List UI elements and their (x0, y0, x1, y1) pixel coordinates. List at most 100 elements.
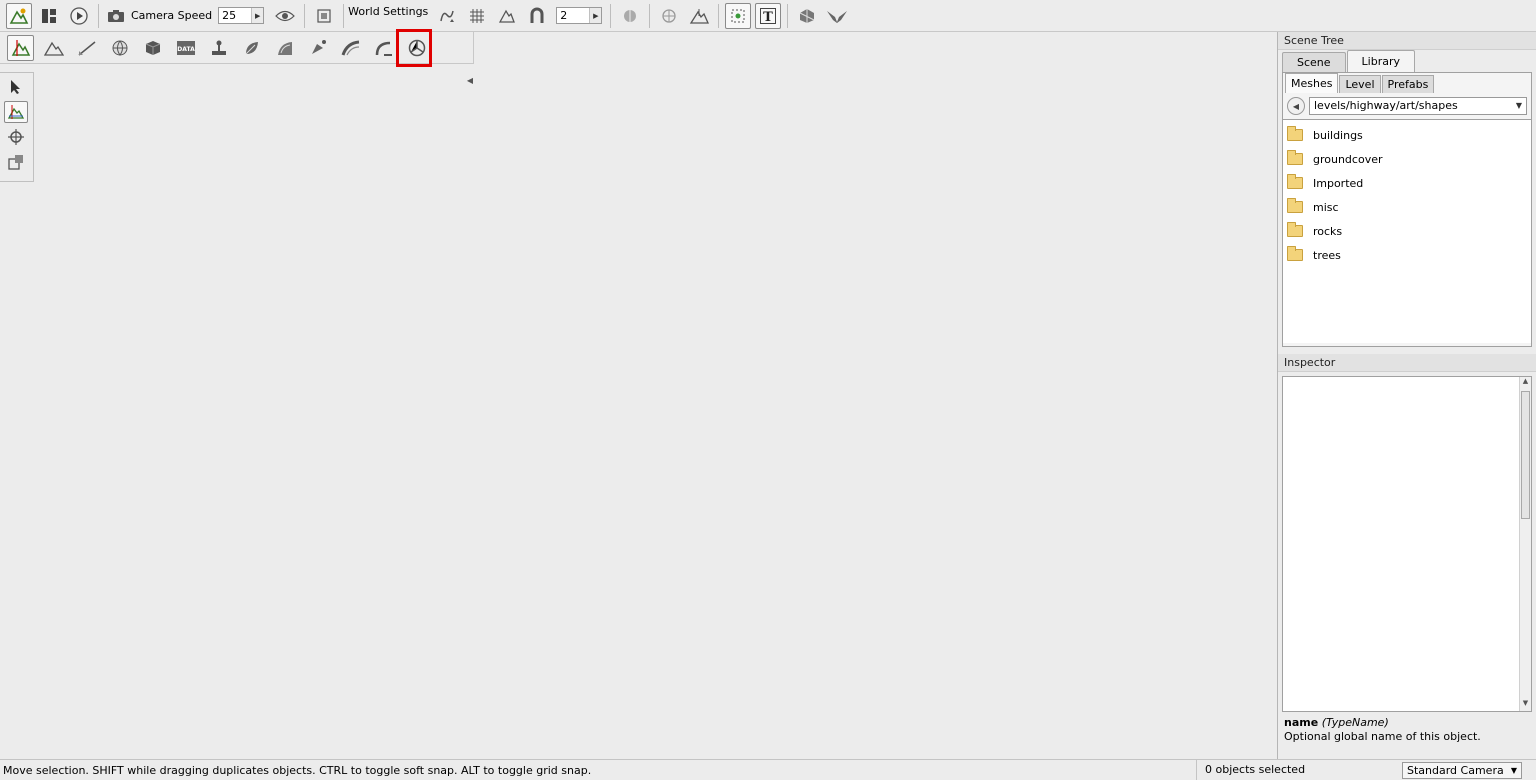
snap-size-value[interactable]: 2 (557, 8, 589, 23)
datablock-editor-tool[interactable]: DATA (172, 35, 199, 61)
field-name: name (1284, 716, 1319, 729)
inspector-field-help: name (TypeName) Optional global name of … (1278, 712, 1536, 748)
scroll-up-icon[interactable]: ▲ (1520, 377, 1531, 389)
grid-snap-button[interactable] (464, 3, 490, 29)
field-type: (TypeName) (1321, 716, 1389, 729)
library-subtabs: Meshes Level Prefabs (1283, 73, 1531, 93)
terrain-editor-tool[interactable] (40, 35, 67, 61)
navmesh-icon (408, 39, 425, 56)
rotate-tool[interactable] (4, 126, 28, 148)
chevron-down-icon: ▼ (1510, 765, 1518, 775)
folder-label: Imported (1313, 176, 1364, 190)
eye-icon (275, 10, 296, 21)
terrain-painter-tool[interactable] (73, 35, 100, 61)
scale-tool[interactable] (4, 151, 28, 173)
camera-button[interactable] (105, 3, 127, 29)
status-message: Move selection. SHIFT while dragging dup… (3, 763, 592, 777)
sketch-tool[interactable] (139, 35, 166, 61)
folder-icon (1287, 126, 1303, 141)
camera-mode-value: Standard Camera (1407, 763, 1504, 777)
text-labels-button[interactable]: T (755, 2, 782, 29)
tab-scene[interactable]: Scene (1282, 52, 1346, 72)
mesh-road-editor-tool[interactable] (370, 35, 397, 61)
tab-level[interactable]: Level (1339, 75, 1381, 93)
mesh-tool-button[interactable] (794, 3, 820, 29)
scroll-down-icon[interactable]: ▼ (1520, 699, 1531, 711)
camera-mode-dropdown[interactable]: Standard Camera ▼ (1402, 761, 1522, 779)
path-value: levels/highway/art/shapes (1314, 99, 1458, 112)
river-tool-button[interactable] (824, 3, 850, 29)
data-icon: DATA (176, 40, 195, 55)
folder-item[interactable]: groundcover (1283, 147, 1531, 171)
scene-tree-tabs: Scene Library (1278, 50, 1536, 72)
forest-editor-tool[interactable] (205, 35, 232, 61)
tab-meshes[interactable]: Meshes (1285, 73, 1339, 93)
material-editor-tool[interactable] (106, 35, 133, 61)
folder-icon (1287, 150, 1303, 165)
mesh-road-tool[interactable] (304, 35, 331, 61)
layout-button[interactable] (36, 3, 62, 29)
road-editor-tool[interactable] (271, 35, 298, 61)
cube-icon (145, 40, 160, 55)
folder-item[interactable]: Imported (1283, 171, 1531, 195)
status-bar: Move selection. SHIFT while dragging dup… (0, 759, 1536, 780)
folder-item[interactable]: buildings (1283, 123, 1531, 147)
world-editor-button[interactable] (6, 2, 32, 29)
select-tool[interactable] (4, 76, 28, 98)
snap-size-stepper[interactable]: 2 ▶ (556, 7, 603, 24)
transform-palette (0, 72, 34, 182)
bounds-button[interactable] (617, 3, 643, 29)
field-description: Optional global name of this object. (1284, 730, 1481, 743)
snap-toggle-button[interactable] (434, 3, 460, 29)
object-center-button[interactable] (725, 2, 752, 29)
brush-icon (78, 40, 95, 56)
folder-item[interactable]: trees (1283, 243, 1531, 267)
play-icon (70, 6, 88, 25)
fit-view-button[interactable] (311, 3, 337, 29)
svg-text:DATA: DATA (177, 46, 195, 53)
camera-speed-stepper[interactable]: 25 ▶ (218, 7, 265, 24)
magnet-snap-button[interactable] (524, 3, 550, 29)
snap-size-increment[interactable]: ▶ (589, 8, 602, 23)
toolbar-separator (304, 3, 306, 28)
visibility-button[interactable] (272, 3, 298, 29)
toolbar-separator (649, 3, 651, 28)
text-icon: T (760, 7, 777, 25)
drop-at-button[interactable] (656, 3, 682, 29)
play-button[interactable] (66, 3, 92, 29)
scene-tree-header: Scene Tree (1278, 32, 1536, 50)
camera-speed-increment[interactable]: ▶ (251, 8, 264, 23)
folder-label: trees (1313, 248, 1341, 262)
world-settings-label[interactable]: World Settings (348, 5, 428, 18)
camera-speed-value[interactable]: 25 (219, 8, 251, 23)
drop-terrain-icon (690, 8, 710, 24)
editor-tools-toolbar: DATA ◀ (0, 32, 474, 85)
sphere-icon (112, 40, 127, 56)
folder-item[interactable]: misc (1283, 195, 1531, 219)
back-button[interactable]: ◀ (1287, 97, 1305, 115)
main-toolbar: Camera Speed 25 ▶ World Settings 2 ▶ T (0, 0, 1536, 32)
chevron-down-icon: ▼ (1515, 101, 1523, 110)
river-editor-tool[interactable] (337, 35, 364, 61)
layout-icon (42, 8, 56, 23)
terrain-snap-button[interactable] (494, 3, 520, 29)
cloud (230, 132, 410, 202)
3d-viewport[interactable] (0, 32, 1277, 759)
inspector-scrollbar[interactable]: ▲ ▼ (1519, 377, 1531, 711)
object-editor-tool[interactable] (7, 34, 34, 61)
navmesh-editor-tool[interactable] (403, 35, 430, 61)
move-tool[interactable] (4, 101, 28, 123)
cloud (430, 142, 650, 232)
tab-prefabs[interactable]: Prefabs (1381, 75, 1435, 93)
toolbar-collapse-handle[interactable]: ◀ (466, 72, 474, 88)
decal-editor-tool[interactable] (238, 35, 265, 61)
folder-item[interactable]: rocks (1283, 219, 1531, 243)
library-panel: Meshes Level Prefabs ◀ levels/highway/ar… (1282, 72, 1532, 347)
toolbar-separator (610, 3, 612, 28)
tab-library[interactable]: Library (1346, 50, 1416, 72)
scrollbar-thumb[interactable] (1521, 391, 1530, 519)
path-dropdown[interactable]: levels/highway/art/shapes ▼ (1309, 97, 1527, 115)
folder-label: groundcover (1313, 152, 1383, 166)
drop-terrain-button[interactable] (686, 3, 712, 29)
back-arrow-icon: ◀ (1292, 101, 1300, 111)
